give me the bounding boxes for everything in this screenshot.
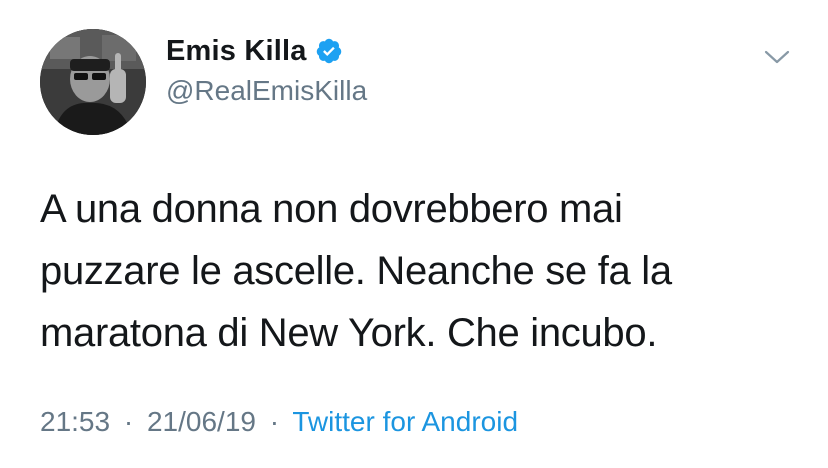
meta-separator: · (123, 406, 134, 437)
user-handle[interactable]: @RealEmisKilla (166, 75, 367, 107)
display-name-row[interactable]: Emis Killa (166, 33, 343, 69)
tweet-date[interactable]: 21/06/19 (147, 406, 256, 437)
verified-badge-icon (315, 37, 343, 65)
display-name[interactable]: Emis Killa (166, 35, 307, 68)
tweet-meta: 21:53 · 21/06/19 · Twitter for Android (40, 406, 518, 438)
tweet-text-line: maratona di New York. Che incubo. (40, 311, 658, 355)
tweet-card: Emis Killa @RealEmisKilla A una donna no… (0, 0, 828, 468)
avatar[interactable] (40, 29, 146, 135)
tweet-source-link[interactable]: Twitter for Android (292, 406, 518, 437)
tweet-time[interactable]: 21:53 (40, 406, 110, 437)
meta-separator: · (269, 406, 280, 437)
tweet-text: A una donna non dovrebbero mai puzzare l… (40, 178, 780, 364)
chevron-down-icon[interactable] (763, 47, 791, 67)
tweet-text-line: A una donna non dovrebbero mai (40, 187, 623, 231)
tweet-text-line: puzzare le ascelle. Neanche se fa la (40, 249, 672, 293)
avatar-photo (40, 29, 146, 135)
